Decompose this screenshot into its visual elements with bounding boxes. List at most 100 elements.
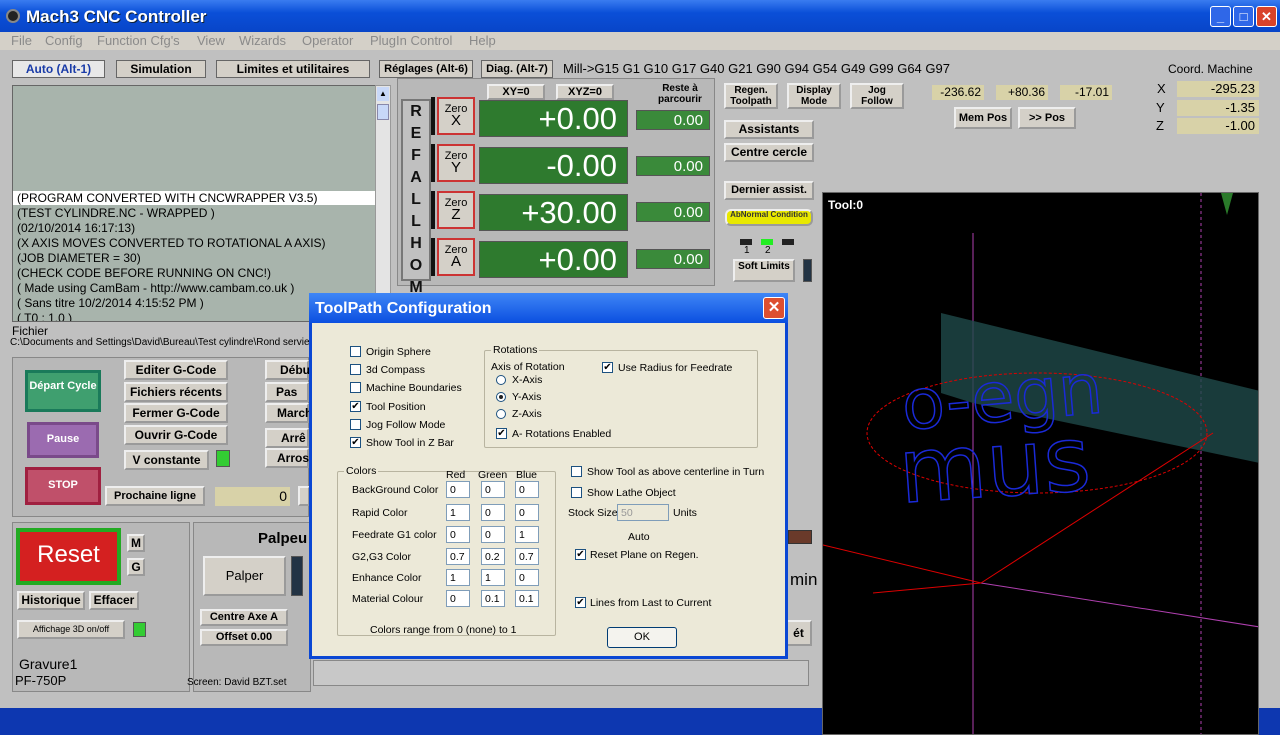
- stock-size-input[interactable]: 50: [617, 504, 669, 521]
- prochaine-ligne-button[interactable]: Prochaine ligne: [105, 486, 205, 506]
- background-blue-input[interactable]: 0: [515, 481, 539, 498]
- dro-z[interactable]: +30.00: [479, 194, 628, 231]
- reset-plane-checkbox[interactable]: ✔: [575, 549, 586, 560]
- minimize-button[interactable]: _: [1210, 6, 1231, 27]
- prochaine-ligne-value[interactable]: 0: [215, 487, 290, 506]
- zero-a-button[interactable]: Zero A: [437, 238, 475, 276]
- debut-button[interactable]: Débu: [265, 360, 310, 380]
- dro-a[interactable]: +0.00: [479, 241, 628, 278]
- centre-axe-a-button[interactable]: Centre Axe A: [200, 609, 288, 626]
- material-red-input[interactable]: 0: [446, 590, 470, 607]
- gcode-scrollbar[interactable]: ▲: [375, 85, 391, 322]
- reset-button[interactable]: Reset: [16, 528, 121, 585]
- editer-gcode-button[interactable]: Editer G-Code: [124, 360, 228, 380]
- z-axis-radio[interactable]: [496, 409, 506, 419]
- 3d-compass-checkbox[interactable]: [350, 364, 361, 375]
- stop-button[interactable]: STOP: [25, 467, 101, 505]
- zero-z-button[interactable]: Zero Z: [437, 191, 475, 229]
- tab-auto[interactable]: Auto (Alt-1): [12, 60, 105, 78]
- use-radius-checkbox[interactable]: ✔: [602, 362, 613, 373]
- effacer-button[interactable]: Effacer: [89, 591, 139, 610]
- origin-sphere-checkbox[interactable]: [350, 346, 361, 357]
- rapid-blue-input[interactable]: 0: [515, 504, 539, 521]
- show-tool-z-bar-checkbox[interactable]: ✔: [350, 437, 361, 448]
- material-blue-input[interactable]: 0.1: [515, 590, 539, 607]
- scroll-up-icon[interactable]: ▲: [377, 87, 389, 101]
- rapid-red-input[interactable]: 1: [446, 504, 470, 521]
- ref-all-home-button[interactable]: REF ALL HOME: [401, 99, 431, 318]
- v-constante-button[interactable]: V constante: [124, 450, 209, 470]
- rapid-green-input[interactable]: 0: [481, 504, 505, 521]
- xy-zero-button[interactable]: XY=0: [487, 84, 545, 100]
- menu-view[interactable]: View: [197, 33, 225, 48]
- machine-boundaries-checkbox[interactable]: [350, 382, 361, 393]
- tab-limites[interactable]: Limites et utilitaires: [216, 60, 370, 78]
- tool-position-checkbox[interactable]: ✔: [350, 401, 361, 412]
- display-mode-button[interactable]: Display Mode: [787, 83, 841, 109]
- regen-toolpath-button[interactable]: Regen. Toolpath: [724, 83, 778, 109]
- offset-button[interactable]: Offset 0.00: [200, 629, 288, 646]
- maximize-button[interactable]: □: [1233, 6, 1254, 27]
- xyz-zero-button[interactable]: XYZ=0: [556, 84, 614, 100]
- arret-button[interactable]: Arrê: [265, 428, 309, 448]
- ouvrir-gcode-button[interactable]: Ouvrir G-Code: [124, 425, 228, 445]
- fermer-gcode-button[interactable]: Fermer G-Code: [124, 403, 228, 423]
- menu-plugin-control[interactable]: PlugIn Control: [370, 33, 452, 48]
- menu-function-cfg[interactable]: Function Cfg's: [97, 33, 180, 48]
- lines-last-checkbox[interactable]: ✔: [575, 597, 586, 608]
- arrosage-button[interactable]: Arros: [265, 448, 309, 468]
- material-green-input[interactable]: 0.1: [481, 590, 505, 607]
- marche-button[interactable]: March: [265, 403, 312, 423]
- centre-cercle-button[interactable]: Centre cercle: [724, 143, 814, 162]
- zero-y-button[interactable]: Zero Y: [437, 144, 475, 182]
- dernier-assist-button[interactable]: Dernier assist.: [724, 181, 814, 200]
- ok-button[interactable]: OK: [607, 627, 677, 648]
- pause-button[interactable]: Pause: [27, 422, 99, 458]
- menu-wizards[interactable]: Wizards: [239, 33, 286, 48]
- feedrate-red-input[interactable]: 0: [446, 526, 470, 543]
- feedrate-blue-input[interactable]: 1: [515, 526, 539, 543]
- tab-reglages[interactable]: Réglages (Alt-6): [379, 60, 473, 78]
- g2g3-blue-input[interactable]: 0.7: [515, 548, 539, 565]
- m-button[interactable]: M: [127, 534, 145, 552]
- palper-button[interactable]: Palper: [203, 556, 286, 596]
- menu-help[interactable]: Help: [469, 33, 496, 48]
- y-axis-radio[interactable]: [496, 392, 506, 402]
- tab-simulation[interactable]: Simulation: [116, 60, 206, 78]
- zero-x-button[interactable]: Zero X: [437, 97, 475, 135]
- historique-button[interactable]: Historique: [17, 591, 85, 610]
- mem-pos-button[interactable]: Mem Pos: [954, 107, 1012, 129]
- menu-config[interactable]: Config: [45, 33, 83, 48]
- gcode-display[interactable]: (PROGRAM CONVERTED WITH CNCWRAPPER V3.5)…: [12, 85, 377, 322]
- tab-diag[interactable]: Diag. (Alt-7): [481, 60, 553, 78]
- x-axis-radio[interactable]: [496, 375, 506, 385]
- g2g3-red-input[interactable]: 0.7: [446, 548, 470, 565]
- dro-x[interactable]: +0.00: [479, 100, 628, 137]
- background-red-input[interactable]: 0: [446, 481, 470, 498]
- menu-operator[interactable]: Operator: [302, 33, 353, 48]
- goto-pos-button[interactable]: >> Pos: [1018, 107, 1076, 129]
- jog-follow-button[interactable]: Jog Follow: [850, 83, 904, 109]
- show-tool-above-checkbox[interactable]: [571, 466, 582, 477]
- fichiers-recents-button[interactable]: Fichiers récents: [124, 382, 228, 402]
- assistants-button[interactable]: Assistants: [724, 120, 814, 139]
- toolpath-view[interactable]: mus o-egn Tool:0: [822, 192, 1259, 735]
- a-rotations-checkbox[interactable]: ✔: [496, 428, 507, 439]
- menu-file[interactable]: File: [11, 33, 32, 48]
- right-partial-button[interactable]: ét: [785, 620, 812, 646]
- g-button[interactable]: G: [127, 558, 145, 576]
- dialog-close-button[interactable]: ✕: [763, 297, 785, 319]
- affichage-3d-button[interactable]: Affichage 3D on/off: [17, 620, 125, 639]
- enhance-blue-input[interactable]: 0: [515, 569, 539, 586]
- g2g3-green-input[interactable]: 0.2: [481, 548, 505, 565]
- enhance-red-input[interactable]: 1: [446, 569, 470, 586]
- feedrate-green-input[interactable]: 0: [481, 526, 505, 543]
- depart-cycle-button[interactable]: Départ Cycle: [25, 370, 101, 412]
- dro-y[interactable]: -0.00: [479, 147, 628, 184]
- jog-follow-mode-checkbox[interactable]: [350, 419, 361, 430]
- soft-limits-button[interactable]: Soft Limits: [733, 259, 795, 282]
- scroll-thumb[interactable]: [377, 104, 389, 120]
- close-button[interactable]: ✕: [1256, 6, 1277, 27]
- background-green-input[interactable]: 0: [481, 481, 505, 498]
- pas-a-pas-button[interactable]: Pas à: [265, 382, 309, 415]
